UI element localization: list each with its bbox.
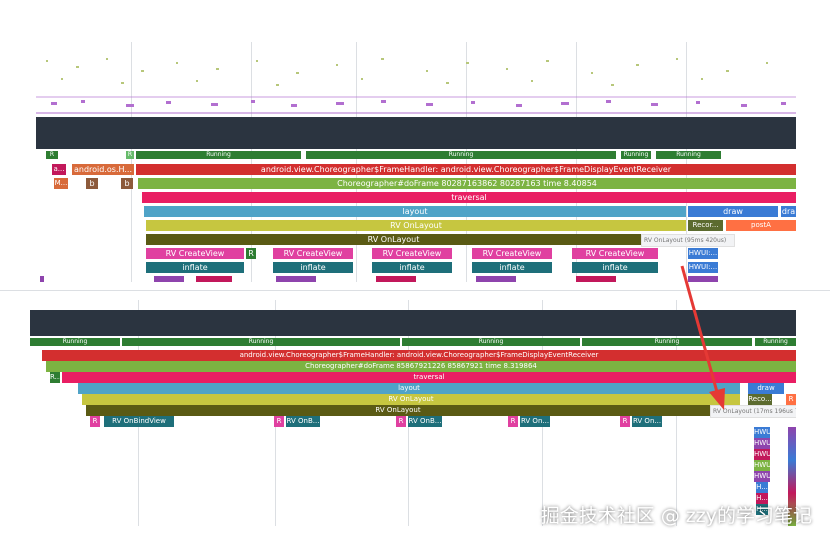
annotation-arrow-icon xyxy=(680,265,725,410)
watermark: 掘金技术社区 @ zzy的学习笔记 xyxy=(540,505,812,527)
